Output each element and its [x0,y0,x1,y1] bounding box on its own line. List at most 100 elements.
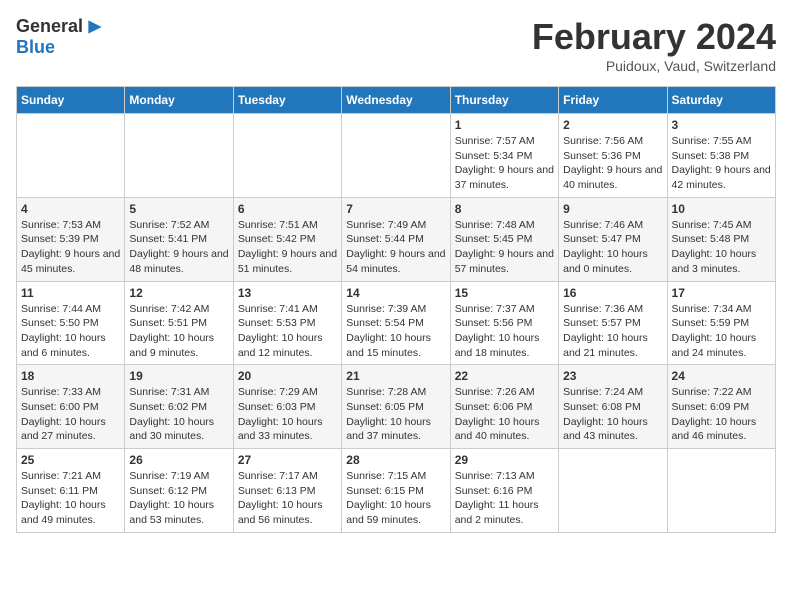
weekday-header-saturday: Saturday [667,87,775,114]
calendar-week-row: 11 Sunrise: 7:44 AM Sunset: 5:50 PM Dayli… [17,281,776,365]
weekday-header-row: SundayMondayTuesdayWednesdayThursdayFrid… [17,87,776,114]
day-info: Sunrise: 7:22 AM Sunset: 6:09 PM Dayligh… [672,385,771,444]
day-info: Sunrise: 7:48 AM Sunset: 5:45 PM Dayligh… [455,218,554,277]
calendar-cell: 18 Sunrise: 7:33 AM Sunset: 6:00 PM Dayli… [17,365,125,449]
day-info: Sunrise: 7:39 AM Sunset: 5:54 PM Dayligh… [346,302,445,361]
calendar-cell: 10 Sunrise: 7:45 AM Sunset: 5:48 PM Dayli… [667,197,775,281]
calendar-cell: 17 Sunrise: 7:34 AM Sunset: 5:59 PM Dayli… [667,281,775,365]
day-info: Sunrise: 7:42 AM Sunset: 5:51 PM Dayligh… [129,302,228,361]
day-info: Sunrise: 7:37 AM Sunset: 5:56 PM Dayligh… [455,302,554,361]
day-info: Sunrise: 7:52 AM Sunset: 5:41 PM Dayligh… [129,218,228,277]
day-number: 2 [563,118,662,132]
day-number: 5 [129,202,228,216]
calendar-cell [125,114,233,198]
day-number: 28 [346,453,445,467]
day-info: Sunrise: 7:41 AM Sunset: 5:53 PM Dayligh… [238,302,337,361]
calendar-cell [559,449,667,533]
day-number: 12 [129,286,228,300]
day-number: 18 [21,369,120,383]
logo: General Blue [16,16,105,58]
calendar-cell: 29Sunrise: 7:13 AM Sunset: 6:16 PM Dayli… [450,449,558,533]
day-info: Sunrise: 7:19 AM Sunset: 6:12 PM Dayligh… [129,469,228,528]
calendar-cell: 22Sunrise: 7:26 AM Sunset: 6:06 PM Dayli… [450,365,558,449]
calendar-cell: 16 Sunrise: 7:36 AM Sunset: 5:57 PM Dayli… [559,281,667,365]
day-number: 23 [563,369,662,383]
day-number: 16 [563,286,662,300]
day-info: Sunrise: 7:44 AM Sunset: 5:50 PM Dayligh… [21,302,120,361]
calendar-cell: 6Sunrise: 7:51 AM Sunset: 5:42 PM Daylig… [233,197,341,281]
day-info: Sunrise: 7:17 AM Sunset: 6:13 PM Dayligh… [238,469,337,528]
calendar-cell: 9Sunrise: 7:46 AM Sunset: 5:47 PM Daylig… [559,197,667,281]
day-info: Sunrise: 7:34 AM Sunset: 5:59 PM Dayligh… [672,302,771,361]
day-info: Sunrise: 7:53 AM Sunset: 5:39 PM Dayligh… [21,218,120,277]
logo-general: General [16,16,83,37]
day-number: 15 [455,286,554,300]
calendar-week-row: 18 Sunrise: 7:33 AM Sunset: 6:00 PM Dayli… [17,365,776,449]
weekday-header-wednesday: Wednesday [342,87,450,114]
day-number: 11 [21,286,120,300]
calendar-header: SundayMondayTuesdayWednesdayThursdayFrid… [17,87,776,114]
calendar-cell [17,114,125,198]
calendar-cell: 13 Sunrise: 7:41 AM Sunset: 5:53 PM Dayli… [233,281,341,365]
day-number: 3 [672,118,771,132]
calendar-cell: 7 Sunrise: 7:49 AM Sunset: 5:44 PM Daylig… [342,197,450,281]
calendar-cell: 3 Sunrise: 7:55 AM Sunset: 5:38 PM Daylig… [667,114,775,198]
day-info: Sunrise: 7:15 AM Sunset: 6:15 PM Dayligh… [346,469,445,528]
calendar-cell: 5 Sunrise: 7:52 AM Sunset: 5:41 PM Daylig… [125,197,233,281]
day-info: Sunrise: 7:49 AM Sunset: 5:44 PM Dayligh… [346,218,445,277]
weekday-header-thursday: Thursday [450,87,558,114]
day-number: 27 [238,453,337,467]
weekday-header-friday: Friday [559,87,667,114]
day-number: 4 [21,202,120,216]
day-info: Sunrise: 7:29 AM Sunset: 6:03 PM Dayligh… [238,385,337,444]
calendar-cell: 21 Sunrise: 7:28 AM Sunset: 6:05 PM Dayli… [342,365,450,449]
calendar-cell: 26 Sunrise: 7:19 AM Sunset: 6:12 PM Dayli… [125,449,233,533]
calendar-cell: 27 Sunrise: 7:17 AM Sunset: 6:13 PM Dayli… [233,449,341,533]
day-info: Sunrise: 7:21 AM Sunset: 6:11 PM Dayligh… [21,469,120,528]
day-info: Sunrise: 7:45 AM Sunset: 5:48 PM Dayligh… [672,218,771,277]
day-info: Sunrise: 7:56 AM Sunset: 5:36 PM Dayligh… [563,134,662,193]
day-number: 24 [672,369,771,383]
day-number: 25 [21,453,120,467]
logo-icon [85,17,105,37]
calendar-cell: 28 Sunrise: 7:15 AM Sunset: 6:15 PM Dayli… [342,449,450,533]
day-info: Sunrise: 7:28 AM Sunset: 6:05 PM Dayligh… [346,385,445,444]
calendar-cell: 1Sunrise: 7:57 AM Sunset: 5:34 PM Daylig… [450,114,558,198]
day-info: Sunrise: 7:55 AM Sunset: 5:38 PM Dayligh… [672,134,771,193]
day-info: Sunrise: 7:33 AM Sunset: 6:00 PM Dayligh… [21,385,120,444]
day-number: 19 [129,369,228,383]
day-info: Sunrise: 7:13 AM Sunset: 6:16 PM Dayligh… [455,469,554,528]
calendar-cell: 8 Sunrise: 7:48 AM Sunset: 5:45 PM Daylig… [450,197,558,281]
calendar-week-row: 25 Sunrise: 7:21 AM Sunset: 6:11 PM Dayli… [17,449,776,533]
day-number: 13 [238,286,337,300]
calendar-cell: 14 Sunrise: 7:39 AM Sunset: 5:54 PM Dayli… [342,281,450,365]
month-title: February 2024 [532,16,776,58]
page-header: General Blue February 2024 Puidoux, Vaud… [16,16,776,74]
day-number: 26 [129,453,228,467]
day-info: Sunrise: 7:36 AM Sunset: 5:57 PM Dayligh… [563,302,662,361]
day-number: 14 [346,286,445,300]
calendar-table: SundayMondayTuesdayWednesdayThursdayFrid… [16,86,776,533]
calendar-cell: 23Sunrise: 7:24 AM Sunset: 6:08 PM Dayli… [559,365,667,449]
weekday-header-tuesday: Tuesday [233,87,341,114]
day-info: Sunrise: 7:51 AM Sunset: 5:42 PM Dayligh… [238,218,337,277]
day-info: Sunrise: 7:26 AM Sunset: 6:06 PM Dayligh… [455,385,554,444]
calendar-cell: 15 Sunrise: 7:37 AM Sunset: 5:56 PM Dayli… [450,281,558,365]
day-number: 10 [672,202,771,216]
calendar-cell: 25 Sunrise: 7:21 AM Sunset: 6:11 PM Dayli… [17,449,125,533]
calendar-week-row: 4 Sunrise: 7:53 AM Sunset: 5:39 PM Daylig… [17,197,776,281]
calendar-cell [342,114,450,198]
weekday-header-monday: Monday [125,87,233,114]
title-block: February 2024 Puidoux, Vaud, Switzerland [532,16,776,74]
calendar-cell: 2 Sunrise: 7:56 AM Sunset: 5:36 PM Daylig… [559,114,667,198]
day-number: 21 [346,369,445,383]
calendar-cell: 11 Sunrise: 7:44 AM Sunset: 5:50 PM Dayli… [17,281,125,365]
day-number: 17 [672,286,771,300]
day-number: 8 [455,202,554,216]
day-info: Sunrise: 7:31 AM Sunset: 6:02 PM Dayligh… [129,385,228,444]
day-number: 1 [455,118,554,132]
day-number: 7 [346,202,445,216]
calendar-cell [233,114,341,198]
calendar-cell: 12 Sunrise: 7:42 AM Sunset: 5:51 PM Dayli… [125,281,233,365]
day-info: Sunrise: 7:46 AM Sunset: 5:47 PM Dayligh… [563,218,662,277]
